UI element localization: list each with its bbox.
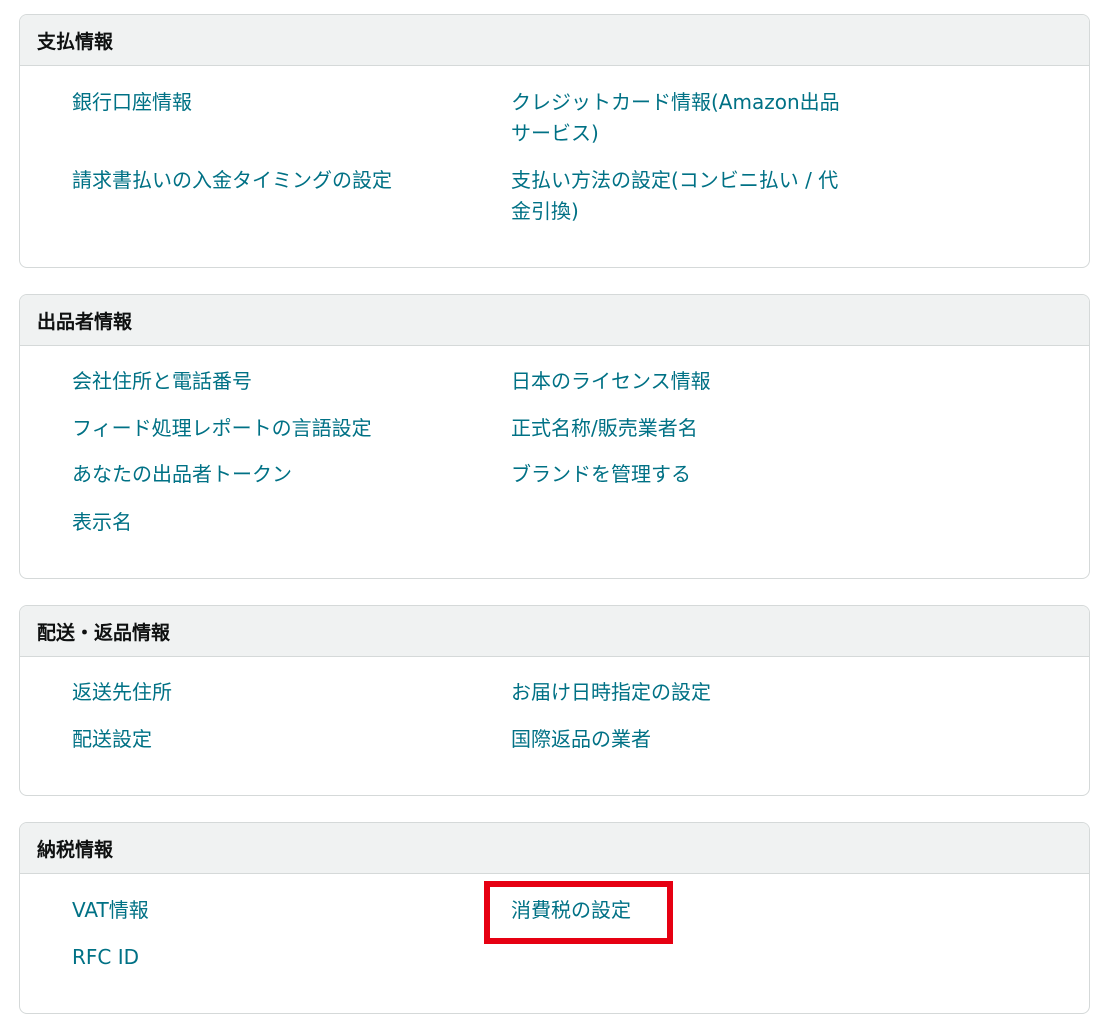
legal-name-link[interactable]: 正式名称/販売業者名: [511, 413, 698, 444]
seller-token-link[interactable]: あなたの出品者トークン: [72, 459, 292, 490]
rfc-id-link[interactable]: RFC ID: [72, 942, 139, 973]
shipping-returns-title: 配送・返品情報: [20, 606, 1089, 657]
seller-info-panel: 出品者情報 会社住所と電話番号 フィード処理レポートの言語設定 あなたの出品者ト…: [19, 294, 1090, 579]
return-address-link[interactable]: 返送先住所: [72, 677, 172, 708]
company-address-phone-link[interactable]: 会社住所と電話番号: [72, 366, 252, 397]
bank-account-info-link[interactable]: 銀行口座情報: [72, 87, 192, 118]
tax-info-panel: 納税情報 VAT情報 RFC ID 消費税の設定: [19, 822, 1090, 1014]
vat-info-link[interactable]: VAT情報: [72, 895, 149, 926]
payment-info-panel: 支払情報 銀行口座情報 請求書払いの入金タイミングの設定 クレジットカード情報(…: [19, 14, 1090, 268]
delivery-date-time-settings-link[interactable]: お届け日時指定の設定: [511, 677, 711, 708]
payment-method-settings-link-line2: 金引換): [511, 199, 579, 223]
manage-brands-link[interactable]: ブランドを管理する: [511, 459, 691, 490]
seller-info-title: 出品者情報: [20, 295, 1089, 346]
shipping-settings-link[interactable]: 配送設定: [72, 724, 152, 755]
credit-card-info-link[interactable]: クレジットカード情報(Amazon出品 サービス): [511, 87, 840, 149]
invoice-payment-timing-link[interactable]: 請求書払いの入金タイミングの設定: [72, 165, 392, 196]
credit-card-info-link-line1: クレジットカード情報(Amazon出品: [511, 90, 840, 114]
payment-method-settings-link[interactable]: 支払い方法の設定(コンビニ払い / 代 金引換): [511, 165, 838, 227]
feed-report-language-link[interactable]: フィード処理レポートの言語設定: [72, 413, 372, 444]
payment-method-settings-link-line1: 支払い方法の設定(コンビニ払い / 代: [511, 168, 839, 192]
international-returns-carrier-link[interactable]: 国際返品の業者: [511, 724, 651, 755]
tax-info-title: 納税情報: [20, 823, 1089, 874]
shipping-returns-panel: 配送・返品情報 返送先住所 配送設定 お届け日時指定の設定 国際返品の業者: [19, 605, 1090, 796]
display-name-link[interactable]: 表示名: [72, 507, 132, 538]
japan-license-info-link[interactable]: 日本のライセンス情報: [511, 366, 711, 397]
consumption-tax-settings-link[interactable]: 消費税の設定: [511, 895, 631, 926]
payment-info-title: 支払情報: [20, 15, 1089, 66]
credit-card-info-link-line2: サービス): [511, 121, 599, 145]
